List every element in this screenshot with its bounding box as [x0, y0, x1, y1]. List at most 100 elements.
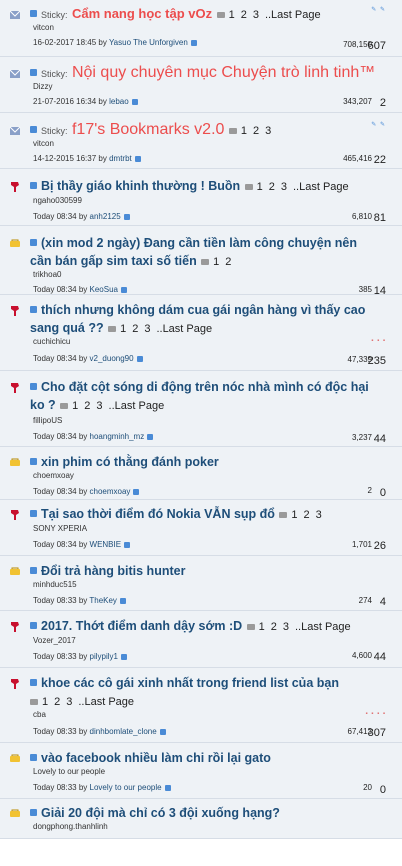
reply-count[interactable]: 44	[374, 651, 386, 663]
last-poster-link[interactable]: KeoSua	[90, 285, 118, 294]
go-to-first-unread-icon[interactable]	[30, 510, 37, 518]
thread-starter[interactable]: trikhoa0	[33, 270, 61, 279]
thread-starter[interactable]: vitcon	[33, 139, 54, 148]
thread-row[interactable]: Giải 20 đội mà chỉ có 3 đội xuống hạng? d…	[0, 799, 402, 839]
reply-count[interactable]: 607	[368, 40, 386, 52]
thread-title-link[interactable]: f17's Bookmarks v2.0	[72, 121, 224, 138]
thread-starter[interactable]: Lovely to our people	[33, 767, 105, 776]
last-poster-link[interactable]: Lovely to our people	[90, 783, 162, 792]
go-to-last-post-icon[interactable]	[120, 286, 127, 293]
thread-title-link[interactable]: Nội quy chuyên mục Chuyện trò linh tinh™	[72, 64, 375, 81]
page-link[interactable]: 3	[96, 400, 102, 412]
go-to-first-unread-icon[interactable]	[30, 182, 37, 190]
thread-row[interactable]: Sticky: Nội quy chuyên mục Chuyện trò li…	[0, 57, 402, 113]
page-link[interactable]: 2	[241, 9, 247, 21]
page-link[interactable]: 3	[253, 9, 259, 21]
last-poster-link[interactable]: choemxoay	[90, 487, 131, 496]
page-link[interactable]: 2	[304, 509, 310, 521]
page-link[interactable]: 2	[84, 400, 90, 412]
thread-title-link[interactable]: Bị thầy giáo khinh thường ! Buồn	[41, 179, 240, 193]
thread-starter[interactable]: cba	[33, 710, 46, 719]
thread-row[interactable]: Tại sao thời điểm đó Nokia VẪN sụp đổ 12…	[0, 500, 402, 556]
last-poster-link[interactable]: Yasuo The Unforgiven	[109, 38, 188, 47]
thread-title-link[interactable]: Đổi trả hàng bitis hunter	[41, 564, 185, 578]
thread-row[interactable]: xin phim có thằng đánh poker choemxoay Tod…	[0, 447, 402, 500]
thread-starter[interactable]: cuchichicu	[33, 337, 70, 346]
thread-title-link[interactable]: 2017. Thớt điểm danh dậy sớm :D	[41, 619, 242, 633]
go-to-first-unread-icon[interactable]	[30, 567, 37, 575]
thread-row[interactable]: Sticky: Cẩm nang học tập vOz 1 2 3 ..Last P…	[0, 0, 402, 57]
go-to-last-post-icon[interactable]	[134, 155, 141, 162]
last-poster-link[interactable]: pilypily1	[90, 652, 118, 661]
go-to-last-post-icon[interactable]	[147, 433, 154, 440]
thread-title-link[interactable]: Giải 20 đội mà chỉ có 3 đội xuống hạng?	[41, 806, 280, 820]
last-page-link[interactable]: ..Last Page	[156, 323, 212, 335]
thread-starter[interactable]: ngaho030599	[33, 196, 82, 205]
page-link[interactable]: 3	[283, 621, 289, 633]
go-to-first-unread-icon[interactable]	[30, 754, 37, 762]
thread-starter[interactable]: dongphong.thanhlinh	[33, 822, 108, 831]
last-poster-link[interactable]: dinhbomlate_clone	[90, 727, 157, 736]
go-to-last-post-icon[interactable]	[133, 488, 140, 495]
thread-row[interactable]: (xin mod 2 ngày) Đang cần tiền làm công …	[0, 226, 402, 297]
page-link[interactable]: 3	[144, 323, 150, 335]
thread-starter[interactable]: vitcon	[33, 23, 54, 32]
page-link[interactable]: 2	[269, 181, 275, 193]
thread-starter[interactable]: fillipoUS	[33, 416, 62, 425]
thread-row[interactable]: vào facebook nhiều làm chi rồi lại gato L…	[0, 743, 402, 799]
reply-count[interactable]: 0	[380, 784, 386, 796]
go-to-first-unread-icon[interactable]	[30, 306, 37, 314]
last-page-link[interactable]: ..Last Page	[295, 621, 351, 633]
reply-count[interactable]: 2	[380, 97, 386, 109]
last-poster-link[interactable]: v2_duong90	[90, 354, 134, 363]
thread-title-link[interactable]: Tại sao thời điểm đó Nokia VẪN sụp đổ	[41, 507, 275, 521]
reply-count[interactable]: 81	[374, 212, 386, 224]
go-to-last-post-icon[interactable]	[190, 39, 197, 46]
page-link[interactable]: 3	[66, 696, 72, 708]
reply-count[interactable]: 0	[380, 487, 386, 499]
go-to-last-post-icon[interactable]	[136, 355, 143, 362]
page-link[interactable]: 1	[291, 509, 297, 521]
last-poster-link[interactable]: hoangminh_mz	[90, 432, 145, 441]
thread-starter[interactable]: choemxoay	[33, 471, 74, 480]
page-link[interactable]: 2	[54, 696, 60, 708]
go-to-last-post-icon[interactable]	[159, 728, 166, 735]
go-to-first-unread-icon[interactable]	[30, 622, 37, 630]
page-link[interactable]: 1	[259, 621, 265, 633]
last-page-link[interactable]: ..Last Page	[78, 696, 134, 708]
go-to-first-unread-icon[interactable]	[30, 126, 37, 134]
page-link[interactable]: 3	[316, 509, 322, 521]
thread-row[interactable]: thích nhưng không dám cua gái ngân hàng …	[0, 295, 402, 371]
page-link[interactable]: 3	[265, 125, 271, 137]
page-link[interactable]: 1	[213, 256, 219, 268]
reply-count[interactable]: 44	[374, 433, 386, 445]
last-poster-link[interactable]: anh2125	[90, 212, 121, 221]
thread-row[interactable]: Bị thầy giáo khinh thường ! Buồn 1 2 3 ..La…	[0, 169, 402, 226]
thread-row[interactable]: 2017. Thớt điểm danh dậy sớm :D 1 2 3 ..Las…	[0, 611, 402, 668]
thread-title-link[interactable]: (xin mod 2 ngày) Đang cần tiền làm công …	[30, 236, 357, 268]
thread-title-link[interactable]: Cẩm nang học tập vOz	[72, 6, 212, 21]
go-to-first-unread-icon[interactable]	[30, 458, 37, 466]
last-page-link[interactable]: ..Last Page	[265, 9, 321, 21]
thread-row[interactable]: khoe các cô gái xinh nhất trong friend l…	[0, 668, 402, 743]
thread-row[interactable]: Đổi trả hàng bitis hunter minhduc515 Today…	[0, 556, 402, 611]
page-link[interactable]: 1	[229, 9, 235, 21]
thread-starter[interactable]: SONY XPERIA	[33, 524, 87, 533]
go-to-first-unread-icon[interactable]	[30, 679, 37, 687]
go-to-last-post-icon[interactable]	[164, 784, 171, 791]
thread-starter[interactable]: minhduc515	[33, 580, 77, 589]
page-link[interactable]: 1	[257, 181, 263, 193]
go-to-first-unread-icon[interactable]	[30, 69, 37, 77]
page-link[interactable]: 3	[281, 181, 287, 193]
reply-count[interactable]: 235	[368, 355, 386, 367]
last-poster-link[interactable]: TheKey	[89, 596, 117, 605]
page-link[interactable]: 2	[132, 323, 138, 335]
thread-title-link[interactable]: vào facebook nhiều làm chi rồi lại gato	[41, 751, 271, 765]
go-to-first-unread-icon[interactable]	[30, 809, 37, 817]
go-to-last-post-icon[interactable]	[124, 541, 131, 548]
page-link[interactable]: 2	[225, 256, 231, 268]
go-to-last-post-icon[interactable]	[131, 98, 138, 105]
last-poster-link[interactable]: WENBIE	[90, 540, 122, 549]
go-to-last-post-icon[interactable]	[120, 653, 127, 660]
last-page-link[interactable]: ..Last Page	[293, 181, 349, 193]
